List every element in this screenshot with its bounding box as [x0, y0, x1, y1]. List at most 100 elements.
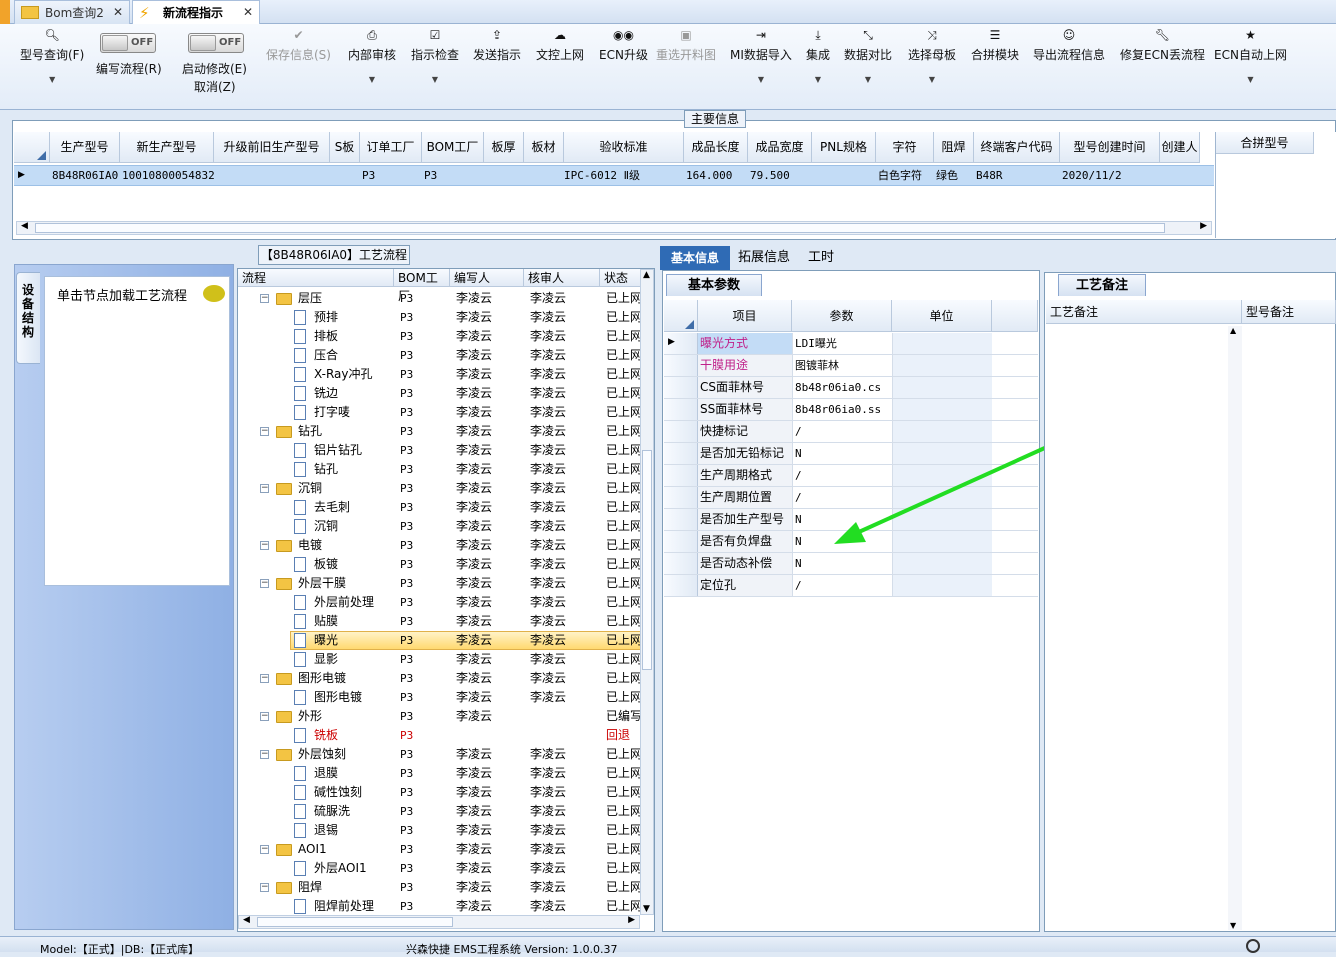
tree-row[interactable]: − 沉铜 P3 李凌云 李凌云 已上网 — [238, 479, 642, 498]
tree-row[interactable]: 铣板 P3 回退 — [238, 726, 642, 745]
data-compare-button[interactable]: ⤡ 数据对比 ▼ — [844, 28, 892, 84]
main-cell[interactable]: 79.500 — [748, 166, 812, 186]
main-col-header[interactable]: 升级前旧生产型号 — [214, 132, 330, 163]
tree-horizontal-scrollbar[interactable]: ◀ ▶ — [238, 915, 640, 929]
internal-review-button[interactable]: ⎙ 内部审核 ▼ — [348, 28, 396, 84]
tab-equipment-structure[interactable]: 设备结构 — [16, 272, 40, 364]
collapse-icon[interactable]: − — [260, 541, 269, 550]
tree-row[interactable]: 贴膜 P3 李凌云 李凌云 已上网 — [238, 612, 642, 631]
tree-row[interactable]: 显影 P3 李凌云 李凌云 已上网 — [238, 650, 642, 669]
main-cell[interactable]: 8B48R06IA0 — [50, 166, 120, 186]
main-cell[interactable]: P3 — [360, 166, 422, 186]
edit-flow-toggle[interactable]: OFF — [100, 33, 156, 53]
tree-row[interactable]: − 电镀 P3 李凌云 李凌云 已上网 — [238, 536, 642, 555]
mi-import-button[interactable]: ⇥ MI数据导入 ▼ — [730, 28, 792, 84]
tab-work-hours[interactable]: 工时 — [808, 246, 834, 270]
param-value[interactable]: LDI曝光 — [792, 333, 892, 354]
send-instruction-button[interactable]: ⇪ 发送指示 — [473, 28, 521, 63]
tree-row[interactable]: 阻焊前处理 P3 李凌云 李凌云 已上网 — [238, 897, 642, 916]
main-col-header[interactable]: 验收标准 — [564, 132, 684, 163]
col-header-bom[interactable]: BOM工厂 — [394, 269, 450, 303]
tree-row[interactable]: 图形电镀 P3 李凌云 李凌云 已上网 — [238, 688, 642, 707]
main-col-header[interactable]: S板 — [330, 132, 360, 163]
main-cell[interactable]: 绿色 — [934, 166, 974, 186]
tree-row[interactable]: 板镀 P3 李凌云 李凌云 已上网 — [238, 555, 642, 574]
tree-row[interactable]: 外层前处理 P3 李凌云 李凌云 已上网 — [238, 593, 642, 612]
tree-row[interactable]: − 外层蚀刻 P3 李凌云 李凌云 已上网 — [238, 745, 642, 764]
tab-bom-query[interactable]: Bom查询2 ✕ — [14, 0, 130, 24]
main-col-header[interactable]: 成品宽度 — [748, 132, 812, 163]
param-row[interactable]: 是否动态补偿 N — [664, 553, 1038, 575]
tree-row[interactable]: 排板 P3 李凌云 李凌云 已上网 — [238, 327, 642, 346]
tree-row[interactable]: − 图形电镀 P3 李凌云 李凌云 已上网 — [238, 669, 642, 688]
param-unit[interactable] — [892, 355, 992, 376]
main-col-header[interactable]: 生产型号 — [50, 132, 120, 163]
main-cell[interactable] — [1160, 166, 1200, 186]
main-cell[interactable]: 164.000 — [684, 166, 748, 186]
tree-row[interactable]: 退锡 P3 李凌云 李凌云 已上网 — [238, 821, 642, 840]
tree-row[interactable]: 沉铜 P3 李凌云 李凌云 已上网 — [238, 517, 642, 536]
param-value[interactable]: / — [792, 575, 892, 596]
tree-row[interactable]: − 外形 P3 李凌云 已编写 — [238, 707, 642, 726]
tree-row[interactable]: − 外层干膜 P3 李凌云 李凌云 已上网 — [238, 574, 642, 593]
collapse-icon[interactable]: − — [260, 294, 269, 303]
tree-vertical-scrollbar[interactable]: ▲ ▼ — [640, 269, 654, 915]
close-icon[interactable]: ✕ — [113, 5, 123, 19]
main-cell[interactable] — [524, 166, 564, 186]
param-row[interactable]: 干膜用途 图镀菲林 — [664, 355, 1038, 377]
param-row[interactable]: 定位孔 / — [664, 575, 1038, 597]
col-header-writer[interactable]: 编写人 — [450, 269, 524, 287]
main-col-header[interactable]: 板厚 — [484, 132, 524, 163]
tab-new-flow-instruction[interactable]: ⚡ 新流程指示 ✕ — [132, 0, 260, 24]
tree-row[interactable]: 退膜 P3 李凌云 李凌云 已上网 — [238, 764, 642, 783]
tree-row[interactable]: 预排 P3 李凌云 李凌云 已上网 — [238, 308, 642, 327]
main-cell[interactable] — [484, 166, 524, 186]
main-col-header[interactable]: BOM工厂 — [422, 132, 484, 163]
tree-row[interactable]: 铝片钻孔 P3 李凌云 李凌云 已上网 — [238, 441, 642, 460]
start-modify-toggle[interactable]: OFF — [188, 33, 244, 53]
param-unit[interactable] — [892, 399, 992, 420]
main-cell[interactable]: B48R — [974, 166, 1060, 186]
main-cell[interactable] — [330, 166, 360, 186]
param-row[interactable]: SS面菲林号 8b48r06ia0.ss — [664, 399, 1038, 421]
param-value[interactable]: 8b48r06ia0.cs — [792, 377, 892, 398]
col-header-model-note[interactable]: 型号备注 — [1242, 300, 1336, 324]
tab-process-notes[interactable]: 工艺备注 — [1058, 274, 1146, 296]
collapse-icon[interactable]: − — [260, 750, 269, 759]
main-col-header[interactable]: 板材 — [524, 132, 564, 163]
main-col-header[interactable]: 创建人 — [1160, 132, 1200, 163]
process-note-text[interactable] — [1046, 324, 1242, 930]
param-row[interactable]: CS面菲林号 8b48r06ia0.cs — [664, 377, 1038, 399]
tree-row[interactable]: 压合 P3 李凌云 李凌云 已上网 — [238, 346, 642, 365]
col-header-status[interactable]: 状态 — [600, 269, 642, 287]
export-flow-button[interactable]: ☺ 导出流程信息 — [1033, 28, 1105, 63]
tree-row[interactable]: 曝光 P3 李凌云 李凌云 已上网 — [238, 631, 642, 650]
collapse-icon[interactable]: − — [260, 883, 269, 892]
col-header-unit[interactable]: 单位 — [892, 300, 992, 332]
reselect-cut-button[interactable]: ▣ 重选开料图 — [656, 28, 716, 63]
tab-basic-params[interactable]: 基本参数 — [666, 274, 762, 296]
collapse-icon[interactable]: − — [260, 484, 269, 493]
model-query-button[interactable]: 🔍︎ 型号查询(F) ▼ — [20, 28, 84, 84]
integrate-button[interactable]: ⤓ 集成 ▼ — [806, 28, 830, 84]
main-cell[interactable]: IPC-6012 Ⅱ级 — [564, 166, 684, 186]
param-value[interactable]: 图镀菲林 — [792, 355, 892, 376]
tree-row[interactable]: − 钻孔 P3 李凌云 李凌云 已上网 — [238, 422, 642, 441]
param-value[interactable]: 8b48r06ia0.ss — [792, 399, 892, 420]
tree-row[interactable]: − AOI1 P3 李凌云 李凌云 已上网 — [238, 840, 642, 859]
tree-row[interactable]: − 阻焊 P3 李凌云 李凌云 已上网 — [238, 878, 642, 897]
main-cell[interactable] — [812, 166, 876, 186]
main-col-header[interactable]: 新生产型号 — [120, 132, 214, 163]
main-col-header[interactable]: 订单工厂 — [360, 132, 422, 163]
main-cell[interactable]: 2020/11/2 — [1060, 166, 1160, 186]
scroll-thumb[interactable] — [257, 917, 453, 927]
col-header-reviewer[interactable]: 核审人 — [524, 269, 600, 287]
tree-row[interactable]: 钻孔 P3 李凌云 李凌云 已上网 — [238, 460, 642, 479]
col-header-param[interactable]: 参数 — [792, 300, 892, 332]
col-header-flow[interactable]: 流程 — [238, 269, 394, 287]
ecn-auto-button[interactable]: ★ ECN自动上网 ▼ — [1214, 28, 1287, 84]
tab-basic-info[interactable]: 基本信息 — [660, 246, 730, 270]
scroll-thumb[interactable] — [35, 223, 1165, 233]
tree-row[interactable]: 硫脲洗 P3 李凌云 李凌云 已上网 — [238, 802, 642, 821]
main-horizontal-scrollbar[interactable]: ◀ ▶ — [16, 221, 1212, 235]
